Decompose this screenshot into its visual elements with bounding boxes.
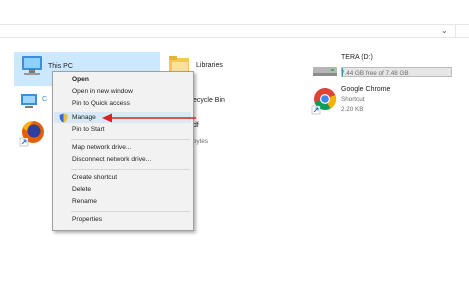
menu-item-properties[interactable]: Properties (72, 216, 102, 223)
menu-item-map-network-drive[interactable]: Map network drive... (72, 144, 131, 151)
menu-separator (71, 169, 190, 170)
context-menu: Open Open in new window Pin to Quick acc… (52, 71, 194, 231)
chrome-size: 2.20 KB (341, 106, 364, 113)
usb-drive-icon[interactable] (311, 63, 339, 79)
chrome-icon[interactable] (310, 85, 340, 115)
menu-item-pin-quick-access[interactable]: Pin to Quick access (72, 100, 130, 107)
menu-separator (71, 211, 190, 212)
address-bar-divider (455, 24, 456, 37)
menu-item-delete[interactable]: Delete (72, 186, 91, 193)
menu-item-manage[interactable]: Manage (72, 114, 96, 121)
shield-icon (59, 113, 68, 123)
chrome-type: Shortcut (341, 96, 365, 103)
computer-icon (22, 56, 42, 75)
menu-item-rename[interactable]: Rename (72, 198, 97, 205)
menu-item-create-shortcut[interactable]: Create shortcut (72, 174, 117, 181)
address-bar[interactable] (0, 24, 469, 38)
menu-item-pin-to-start[interactable]: Pin to Start (72, 126, 105, 133)
tera-drive-label: TERA (D:) (341, 54, 373, 61)
firefox-icon[interactable] (18, 118, 48, 148)
this-pc-label: This PC (48, 63, 73, 70)
menu-separator (71, 139, 190, 140)
chrome-label: Google Chrome (341, 86, 391, 93)
menu-item-open[interactable]: Open (72, 76, 89, 83)
chevron-down-icon[interactable]: ⌄ (441, 27, 448, 35)
annotation-arrow (102, 113, 196, 123)
pdf-size: bytes (193, 138, 209, 145)
network-label-fragment: C (42, 96, 48, 103)
recycle-bin-label: ecycle Bin (193, 97, 225, 104)
menu-item-open-new-window[interactable]: Open in new window (72, 88, 133, 95)
libraries-label: Libraries (196, 62, 223, 69)
tera-drive-free: 7.44 GB free of 7.48 GB (341, 70, 409, 77)
menu-item-disconnect-network-drive[interactable]: Disconnect network drive... (72, 156, 151, 163)
network-icon (21, 94, 37, 108)
